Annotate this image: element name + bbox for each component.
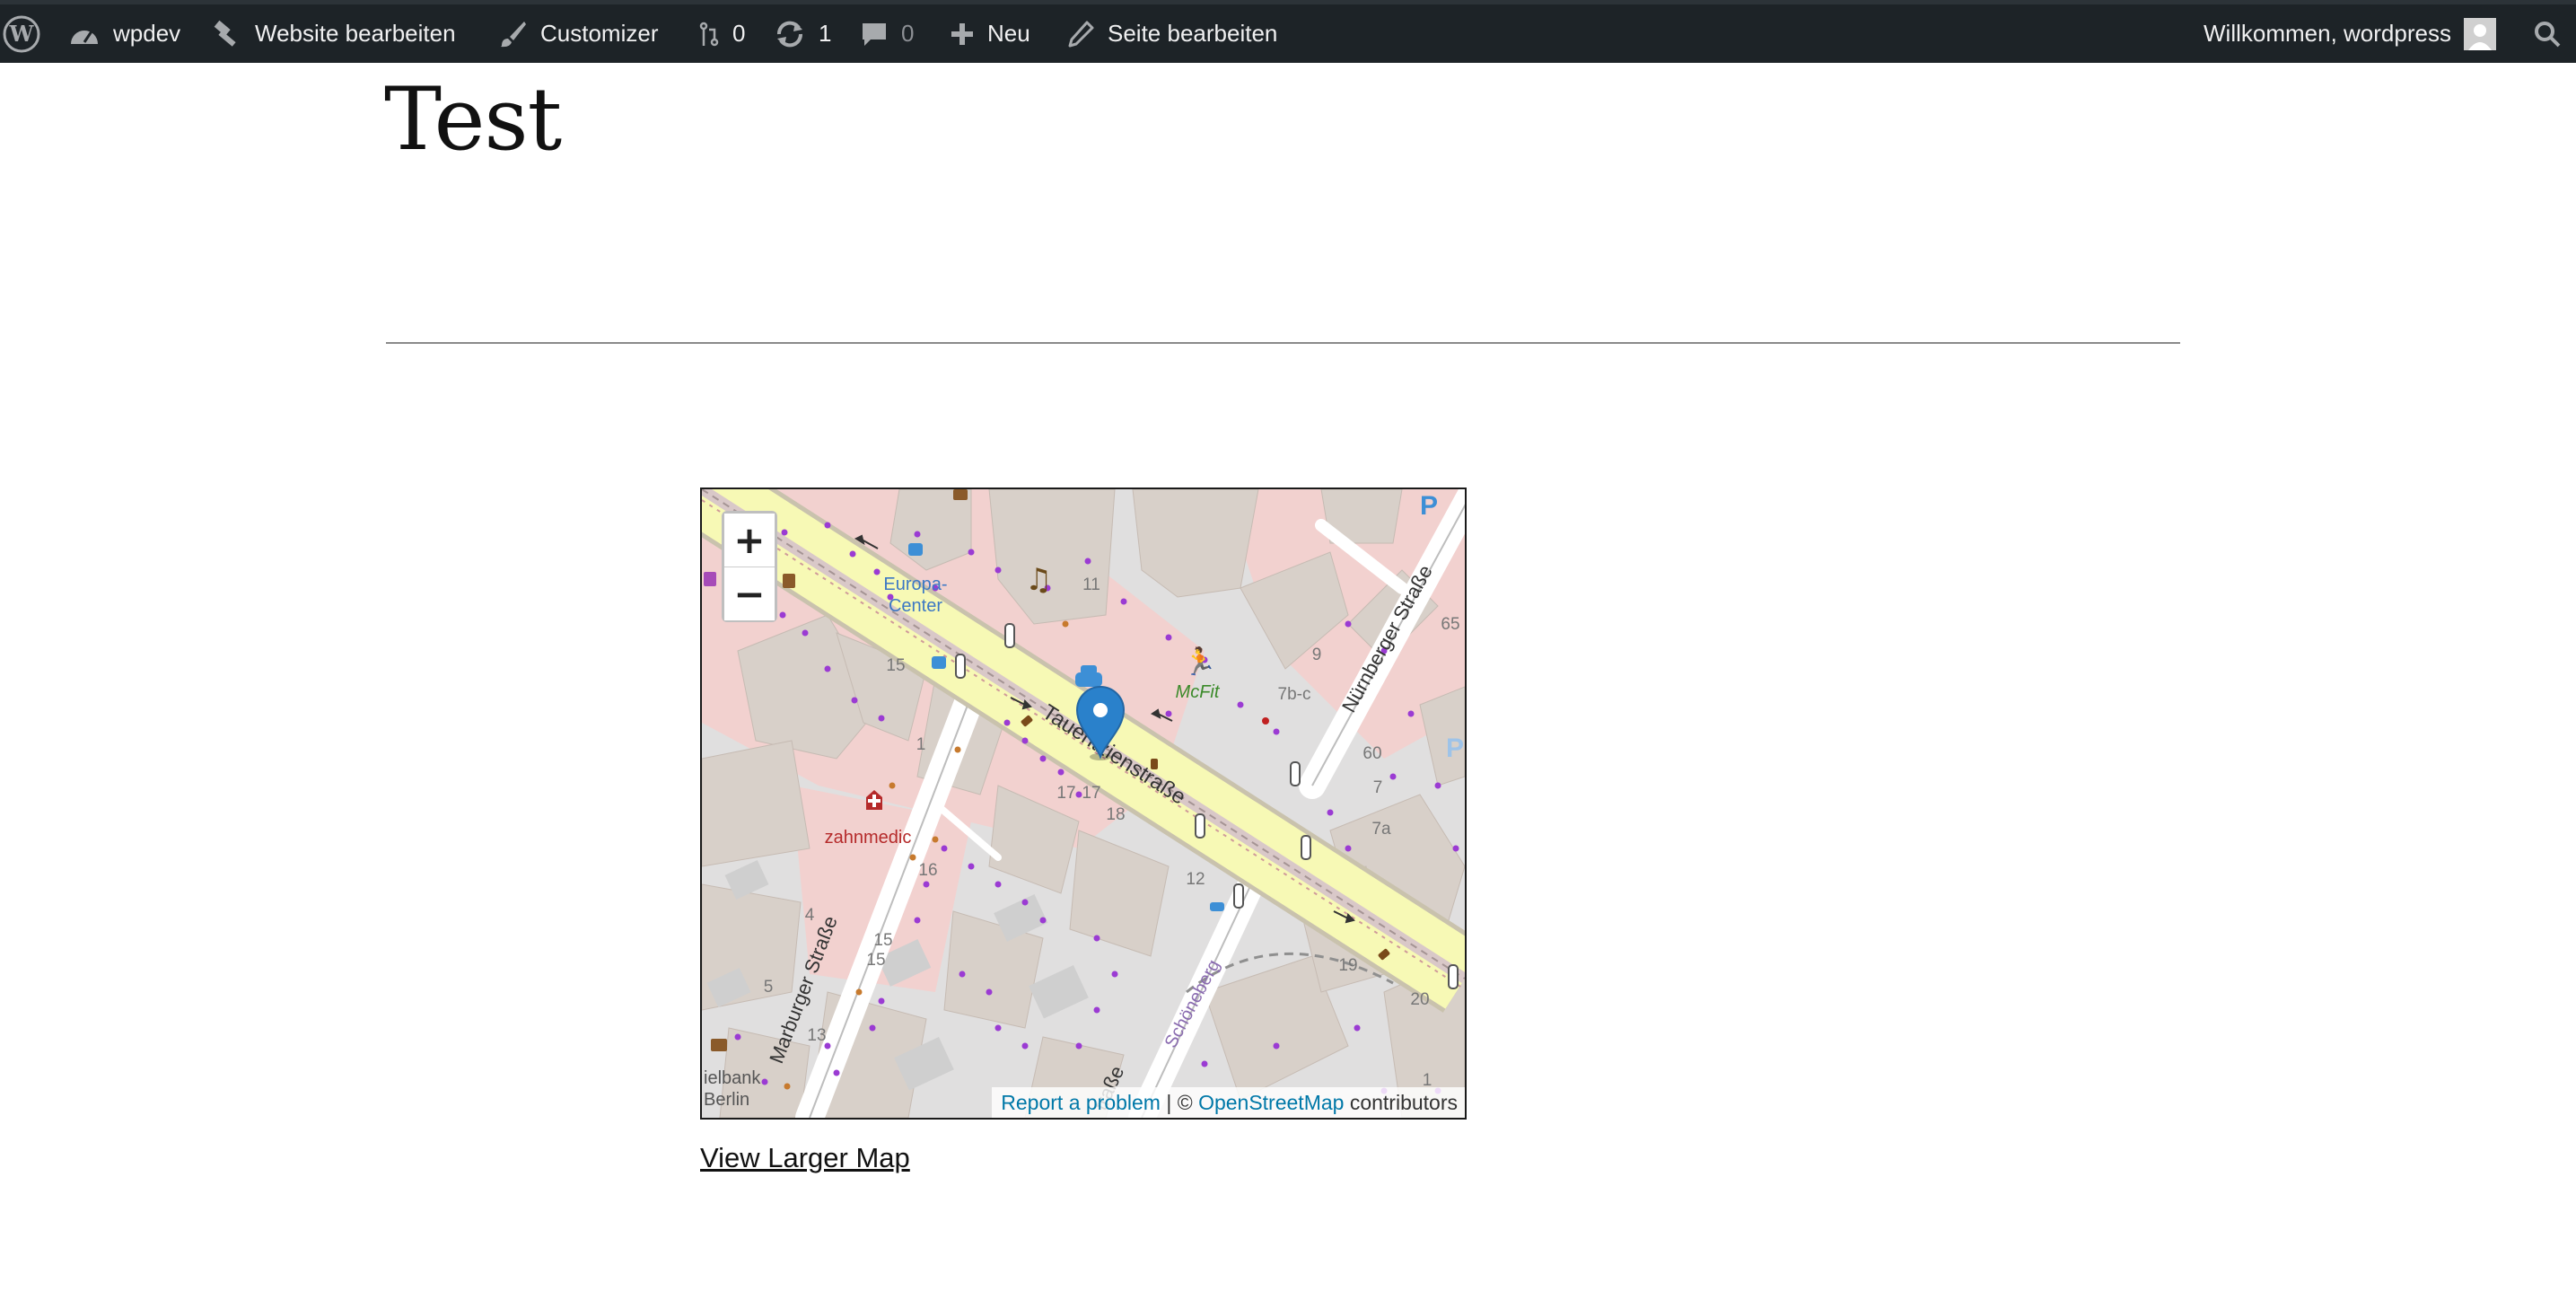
sport-icon: 🏃 — [1183, 646, 1216, 678]
attribution-contributors: contributors — [1344, 1091, 1458, 1114]
attribution-separator: | © — [1160, 1091, 1199, 1114]
edit-page-label: Seite bearbeiten — [1108, 20, 1278, 47]
purple-shop-icon — [704, 572, 716, 586]
svg-text:7b-c: 7b-c — [1278, 685, 1311, 704]
new-content-menu[interactable]: Neu — [950, 4, 1030, 63]
svg-text:🏃: 🏃 — [1183, 646, 1216, 678]
openstreetmap-link[interactable]: OpenStreetMap — [1198, 1091, 1344, 1114]
svg-text:P: P — [1420, 491, 1438, 521]
welcome-label: Willkommen, wordpress — [2204, 20, 2451, 47]
svg-text:zahnmedic: zahnmedic — [825, 828, 912, 848]
customizer-label: Customizer — [540, 20, 659, 47]
dashboard-icon — [71, 30, 98, 44]
svg-text:20: 20 — [1410, 990, 1429, 1009]
svg-text:7: 7 — [1373, 778, 1383, 797]
svg-text:Berlin: Berlin — [704, 1090, 749, 1110]
svg-text:5: 5 — [764, 978, 774, 997]
edit-site-menu[interactable]: Website bearbeiten — [212, 4, 456, 63]
svg-text:15: 15 — [886, 656, 905, 675]
svg-text:65: 65 — [1441, 615, 1459, 634]
svg-text:Europa-: Europa- — [883, 575, 947, 594]
wordpress-logo-icon[interactable]: W — [2, 4, 41, 63]
zoom-in-button[interactable]: + — [724, 514, 775, 567]
map-tiles[interactable]: ♫ 🏃 P P Europa- Center McFit zahnmedic T… — [702, 489, 1465, 1118]
svg-text:12: 12 — [1186, 870, 1205, 889]
my-account-menu[interactable]: Willkommen, wordpress — [2204, 4, 2496, 63]
site-name-menu[interactable]: wpdev — [68, 4, 180, 63]
map-embed[interactable]: ♫ 🏃 P P Europa- Center McFit zahnmedic T… — [700, 488, 1467, 1120]
svg-text:19: 19 — [1338, 956, 1357, 975]
customizer-menu[interactable]: Customizer — [497, 4, 658, 63]
svg-text:18: 18 — [1106, 805, 1125, 824]
search-icon[interactable] — [2533, 4, 2562, 63]
zoom-control: + − — [722, 511, 777, 622]
svg-text:P: P — [1446, 733, 1464, 763]
svg-text:13: 13 — [807, 1026, 826, 1045]
svg-text:McFit: McFit — [1176, 682, 1221, 702]
new-label: Neu — [987, 20, 1030, 47]
svg-text:1: 1 — [916, 735, 926, 754]
edit-site-label: Website bearbeiten — [255, 20, 456, 47]
view-larger-map-link[interactable]: View Larger Map — [700, 1142, 910, 1174]
revisions-menu[interactable]: 0 — [698, 4, 745, 63]
comments-count: 0 — [901, 20, 915, 47]
separator — [386, 342, 2180, 344]
svg-text:16: 16 — [918, 861, 937, 880]
svg-text:Center: Center — [889, 596, 942, 616]
map-attribution: Report a problem | © OpenStreetMap contr… — [992, 1087, 1465, 1118]
svg-text:15: 15 — [866, 951, 885, 970]
svg-text:60: 60 — [1362, 744, 1381, 763]
svg-text:9: 9 — [1312, 646, 1322, 664]
svg-text:♫: ♫ — [1025, 562, 1052, 598]
svg-text:ielbank: ielbank — [704, 1068, 761, 1088]
svg-text:11: 11 — [1082, 575, 1100, 594]
svg-text:17: 17 — [1082, 784, 1100, 803]
update-icon — [776, 21, 803, 47]
revisions-count: 0 — [732, 20, 746, 47]
svg-text:15: 15 — [873, 931, 892, 950]
pencil-icon — [1068, 21, 1094, 47]
comments-menu[interactable]: 0 — [860, 4, 914, 63]
music-venue-icon: ♫ — [1025, 562, 1052, 598]
paintbrush-icon — [501, 21, 526, 47]
zoom-out-button[interactable]: − — [724, 567, 775, 620]
branch-icon — [699, 22, 719, 46]
svg-text:W: W — [9, 21, 35, 47]
avatar — [2463, 17, 2496, 50]
updates-menu[interactable]: 1 — [774, 4, 831, 63]
admin-bar: W wpdev Website bearbeiten Customizer 0 … — [0, 0, 2576, 63]
page-title: Test — [384, 69, 562, 170]
edit-page-menu[interactable]: Seite bearbeiten — [1066, 4, 1277, 63]
report-problem-link[interactable]: Report a problem — [1001, 1091, 1161, 1114]
updates-count: 1 — [819, 20, 832, 47]
site-name: wpdev — [113, 20, 181, 47]
comment-icon — [863, 22, 886, 46]
hammer-icon — [214, 20, 236, 47]
svg-text:17: 17 — [1056, 784, 1075, 803]
plus-icon — [951, 22, 973, 45]
svg-text:7a: 7a — [1371, 820, 1391, 839]
svg-text:4: 4 — [805, 906, 815, 925]
